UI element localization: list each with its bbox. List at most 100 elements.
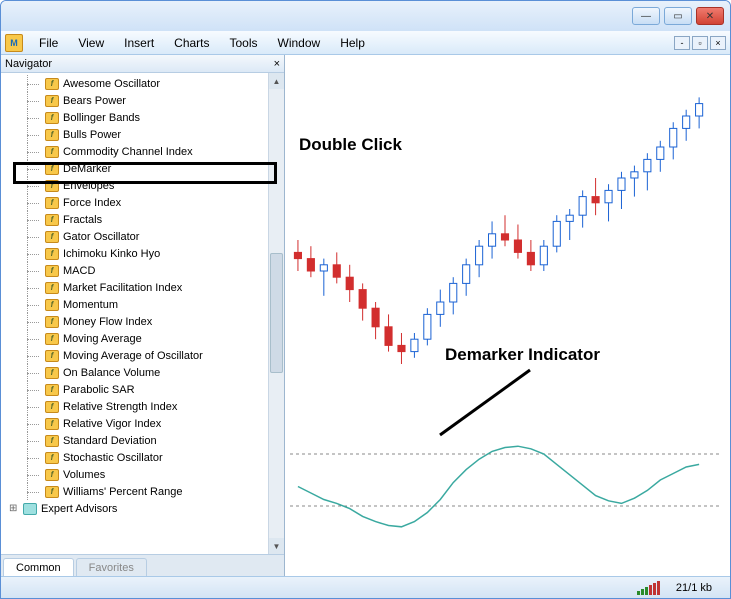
indicator-item[interactable]: fOn Balance Volume [1, 364, 284, 381]
indicator-item[interactable]: f Force Index [1, 194, 284, 211]
function-icon: f [45, 299, 59, 311]
expert-advisors-label: Expert Advisors [41, 503, 117, 515]
indicator-item[interactable]: fBollinger Bands [1, 109, 284, 126]
function-icon: f [45, 265, 59, 277]
tab-common[interactable]: Common [3, 558, 74, 576]
indicator-item[interactable]: fBulls Power [1, 126, 284, 143]
app-icon: M [5, 34, 23, 52]
menu-insert[interactable]: Insert [114, 33, 164, 53]
menu-file[interactable]: File [29, 33, 68, 53]
indicator-label: Envelopes [63, 180, 114, 192]
indicator-label: Gator Oscillator [63, 231, 139, 243]
indicator-item[interactable]: f Bears Power [1, 92, 284, 109]
indicator-item[interactable]: f Fractals [1, 211, 284, 228]
scroll-up-icon[interactable]: ▲ [269, 73, 284, 89]
function-icon: f [45, 384, 59, 396]
navigator-scrollbar[interactable]: ▲ ▼ [268, 73, 284, 554]
indicator-label: Stochastic Oscillator [63, 452, 163, 464]
indicator-label: Ichimoku Kinko Hyo [63, 248, 160, 260]
function-icon: f [45, 146, 59, 158]
indicator-label: DeMarker [63, 163, 111, 175]
indicator-item[interactable]: f Envelopes [1, 177, 284, 194]
indicator-item[interactable]: fWilliams' Percent Range [1, 483, 284, 500]
indicator-item[interactable]: f Momentum [1, 296, 284, 313]
mdi-restore-button[interactable]: ▫ [692, 36, 708, 50]
annotation-demarker-label: Demarker Indicator [445, 345, 600, 365]
chart-area[interactable]: Double Click Demarker Indicator [285, 55, 730, 576]
indicator-item[interactable]: f DeMarker [1, 160, 284, 177]
indicator-item[interactable]: f Gator Oscillator [1, 228, 284, 245]
indicator-label: Standard Deviation [63, 435, 157, 447]
function-icon: f [45, 95, 59, 107]
navigator-panel: Navigator × fAwesome OscillatorfBears Po… [1, 55, 285, 576]
function-icon: f [45, 78, 59, 90]
indicator-item[interactable]: fAwesome Oscillator [1, 75, 284, 92]
indicator-label: Relative Vigor Index [63, 418, 161, 430]
connection-bars-icon [637, 581, 660, 595]
indicator-label: Bears Power [63, 95, 126, 107]
function-icon: f [45, 282, 59, 294]
indicator-item[interactable]: fVolumes [1, 466, 284, 483]
indicator-label: MACD [63, 265, 95, 277]
indicator-label: Momentum [63, 299, 118, 311]
indicator-label: Fractals [63, 214, 102, 226]
indicator-label: Moving Average of Oscillator [63, 350, 203, 362]
indicator-item[interactable]: f Stochastic Oscillator [1, 449, 284, 466]
function-icon: f [45, 435, 59, 447]
menu-help[interactable]: Help [330, 33, 375, 53]
indicator-label: Market Facilitation Index [63, 282, 182, 294]
menu-window[interactable]: Window [268, 33, 331, 53]
tree-node-expert-advisors[interactable]: Expert Advisors [1, 500, 284, 517]
indicator-item[interactable]: f Moving Average of Oscillator [1, 347, 284, 364]
navigator-tree: fAwesome OscillatorfBears PowerfBollinge… [1, 73, 284, 554]
function-icon: f [45, 350, 59, 362]
statusbar: 21/1 kb [1, 576, 730, 598]
indicator-label: Force Index [63, 197, 121, 209]
indicator-item[interactable]: f Market Facilitation Index [1, 279, 284, 296]
menu-charts[interactable]: Charts [164, 33, 219, 53]
function-icon: f [45, 163, 59, 175]
scroll-thumb[interactable] [270, 253, 283, 373]
indicator-item[interactable]: fCommodity Channel Index [1, 143, 284, 160]
function-icon: f [45, 367, 59, 379]
function-icon: f [45, 452, 59, 464]
function-icon: f [45, 180, 59, 192]
mdi-close-button[interactable]: × [710, 36, 726, 50]
window-minimize-button[interactable]: — [632, 7, 660, 25]
indicator-item[interactable]: f Standard Deviation [1, 432, 284, 449]
function-icon: f [45, 112, 59, 124]
navigator-close-icon[interactable]: × [274, 58, 280, 70]
navigator-header: Navigator × [1, 55, 284, 73]
indicator-item[interactable]: f Relative Vigor Index [1, 415, 284, 432]
statusbar-kb: 21/1 kb [676, 582, 712, 594]
navigator-title: Navigator [5, 58, 52, 70]
window-frame: — ▭ ✕ M File View Insert Charts Tools Wi… [0, 0, 731, 599]
expert-advisors-icon [23, 503, 37, 515]
annotation-double-click: Double Click [299, 135, 402, 155]
function-icon: f [45, 214, 59, 226]
chart-canvas [285, 55, 725, 555]
function-icon: f [45, 418, 59, 430]
indicator-item[interactable]: fRelative Strength Index [1, 398, 284, 415]
indicator-label: Money Flow Index [63, 316, 152, 328]
menu-view[interactable]: View [68, 33, 114, 53]
menu-tools[interactable]: Tools [220, 33, 268, 53]
function-icon: f [45, 231, 59, 243]
indicator-label: Parabolic SAR [63, 384, 135, 396]
scroll-down-icon[interactable]: ▼ [269, 538, 284, 554]
function-icon: f [45, 129, 59, 141]
mdi-minimize-button[interactable]: - [674, 36, 690, 50]
function-icon: f [45, 469, 59, 481]
function-icon: f [45, 197, 59, 209]
indicator-item[interactable]: fMoving Average [1, 330, 284, 347]
window-maximize-button[interactable]: ▭ [664, 7, 692, 25]
function-icon: f [45, 401, 59, 413]
function-icon: f [45, 316, 59, 328]
indicator-item[interactable]: f Money Flow Index [1, 313, 284, 330]
indicator-item[interactable]: fIchimoku Kinko Hyo [1, 245, 284, 262]
tab-favorites[interactable]: Favorites [76, 558, 147, 576]
window-close-button[interactable]: ✕ [696, 7, 724, 25]
indicator-item[interactable]: f Parabolic SAR [1, 381, 284, 398]
function-icon: f [45, 486, 59, 498]
indicator-item[interactable]: f MACD [1, 262, 284, 279]
